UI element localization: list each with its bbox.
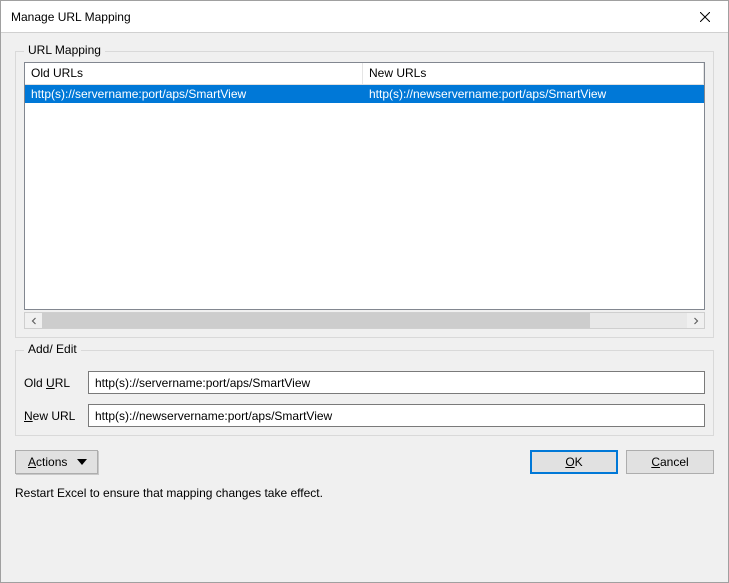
- actions-button-label: Actions: [28, 455, 67, 469]
- cell-old-url: http(s)://servername:port/aps/SmartView: [25, 86, 363, 102]
- column-old-urls[interactable]: Old URLs: [25, 63, 363, 84]
- dialog-title: Manage URL Mapping: [11, 10, 131, 24]
- scroll-left-button[interactable]: [25, 313, 42, 328]
- cell-new-url: http(s)://newservername:port/aps/SmartVi…: [363, 86, 704, 102]
- close-icon: [700, 12, 710, 22]
- dialog-window: Manage URL Mapping URL Mapping Old URLs …: [0, 0, 729, 583]
- add-edit-group: Add/ Edit Old URL New URL: [15, 350, 714, 436]
- actions-button[interactable]: Actions: [15, 450, 98, 474]
- column-new-urls[interactable]: New URLs: [363, 63, 704, 84]
- chevron-left-icon: [30, 317, 38, 325]
- old-url-label: Old URL: [24, 376, 88, 390]
- titlebar: Manage URL Mapping: [1, 1, 728, 33]
- scroll-track[interactable]: [42, 313, 687, 328]
- footer-note: Restart Excel to ensure that mapping cha…: [15, 486, 714, 500]
- new-url-row: New URL: [24, 404, 705, 427]
- table-row[interactable]: http(s)://servername:port/aps/SmartView …: [25, 85, 704, 103]
- scroll-thumb[interactable]: [42, 313, 590, 328]
- old-url-input[interactable]: [88, 371, 705, 394]
- list-body: http(s)://servername:port/aps/SmartView …: [25, 85, 704, 309]
- cancel-button[interactable]: Cancel: [626, 450, 714, 474]
- old-url-row: Old URL: [24, 371, 705, 394]
- new-url-input[interactable]: [88, 404, 705, 427]
- ok-cancel-row: OK Cancel: [530, 450, 714, 474]
- ok-button[interactable]: OK: [530, 450, 618, 474]
- url-mapping-group-label: URL Mapping: [24, 43, 105, 57]
- horizontal-scrollbar[interactable]: [24, 312, 705, 329]
- button-bar: Actions OK Cancel: [15, 450, 714, 474]
- chevron-right-icon: [692, 317, 700, 325]
- url-mapping-list[interactable]: Old URLs New URLs http(s)://servername:p…: [24, 62, 705, 310]
- chevron-down-icon: [77, 459, 87, 465]
- dialog-body: URL Mapping Old URLs New URLs http(s)://…: [1, 33, 728, 582]
- list-header: Old URLs New URLs: [25, 63, 704, 85]
- close-button[interactable]: [682, 1, 728, 33]
- scroll-right-button[interactable]: [687, 313, 704, 328]
- url-mapping-group: URL Mapping Old URLs New URLs http(s)://…: [15, 51, 714, 338]
- new-url-label: New URL: [24, 409, 88, 423]
- add-edit-group-label: Add/ Edit: [24, 342, 81, 356]
